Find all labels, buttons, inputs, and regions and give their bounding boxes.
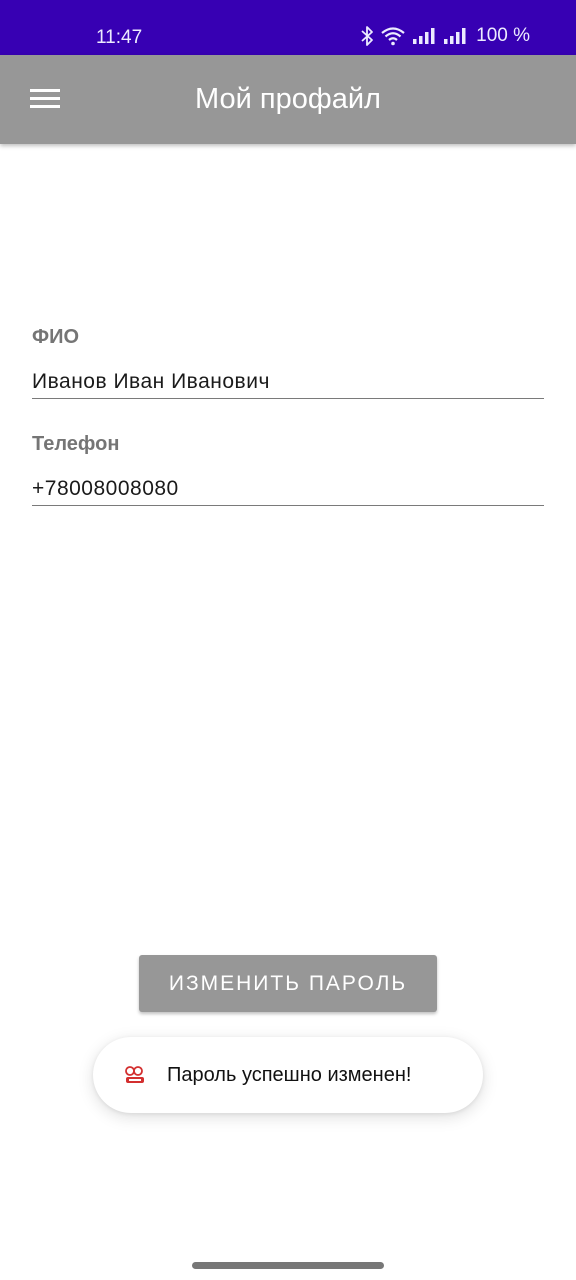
signal-icon [443, 27, 467, 45]
status-bar: 11:47 100 % [0, 0, 576, 55]
bluetooth-icon [360, 25, 374, 47]
toast: Пароль успешно изменен! [93, 1037, 483, 1113]
page-title: Мой профайл [195, 83, 381, 115]
change-password-button[interactable]: ИЗМЕНИТЬ ПАРОЛЬ [139, 955, 437, 1012]
phone-label: Телефон [32, 433, 120, 455]
app-logo-icon [123, 1063, 147, 1087]
toast-message: Пароль успешно изменен! [167, 1063, 412, 1086]
wifi-icon [381, 26, 405, 46]
signal-icon [412, 27, 436, 45]
fio-input[interactable]: Иванов Иван Иванович [32, 365, 544, 399]
status-icons: 100 % [360, 24, 530, 48]
status-time: 11:47 [96, 27, 143, 48]
app-bar: Мой профайл [0, 55, 576, 144]
profile-screen: 11:47 100 % Мой профайл ФИО Иванов Иван … [0, 0, 576, 1280]
home-indicator[interactable] [192, 1262, 384, 1269]
fio-label: ФИО [32, 326, 80, 348]
battery-level: 100 % [476, 25, 530, 46]
fio-field: ФИО Иванов Иван Иванович [32, 326, 544, 399]
phone-field: Телефон +78008008080 [32, 433, 544, 506]
phone-input[interactable]: +78008008080 [32, 472, 544, 506]
